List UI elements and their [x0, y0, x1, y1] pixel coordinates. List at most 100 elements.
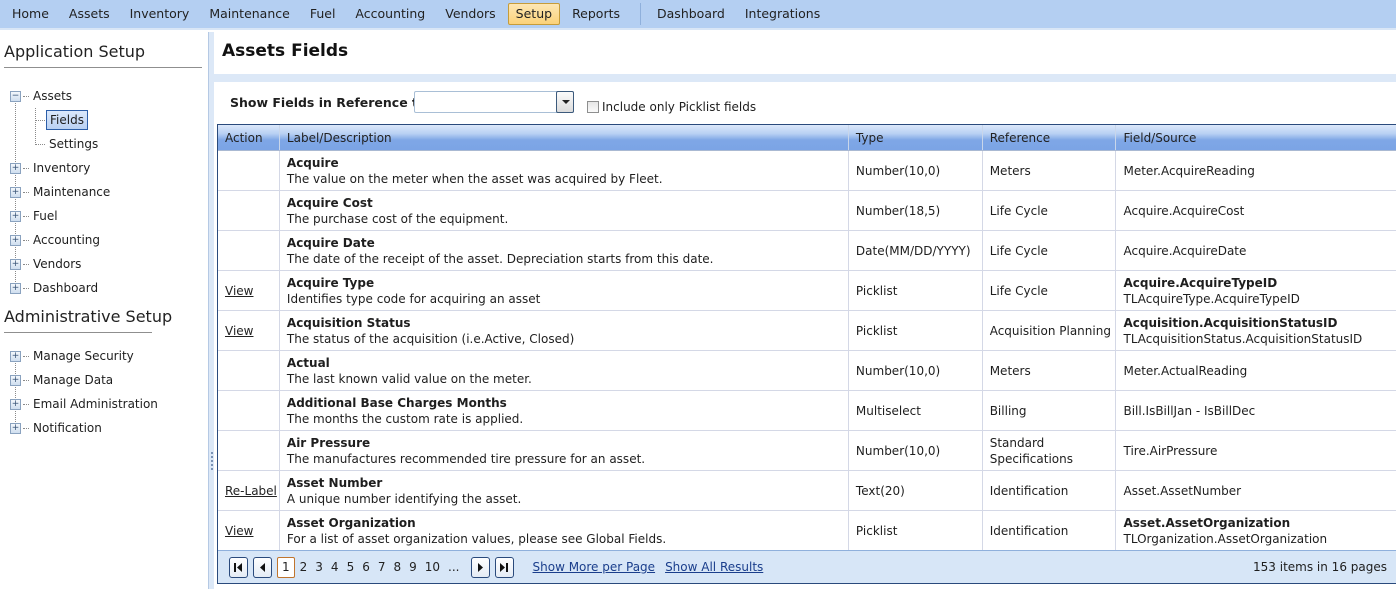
show-more-per-page-link[interactable]: Show More per Page: [533, 560, 656, 574]
sidebar: Application Setup − Assets Fields Setting…: [0, 32, 208, 589]
tree-node-manage-data[interactable]: + Manage Data: [10, 371, 113, 389]
tree-node-inventory[interactable]: + Inventory: [10, 159, 90, 177]
expand-icon[interactable]: +: [10, 422, 21, 434]
nav-reports[interactable]: Reports: [564, 3, 628, 25]
show-all-results-link[interactable]: Show All Results: [665, 560, 763, 574]
field-label: Asset Organization: [286, 515, 416, 530]
nav-inventory[interactable]: Inventory: [122, 3, 198, 25]
expand-icon[interactable]: +: [10, 282, 21, 294]
cell-type: Date(MM/DD/YYYY): [849, 231, 983, 270]
expand-icon[interactable]: +: [10, 374, 21, 386]
nav-vendors[interactable]: Vendors: [437, 3, 503, 25]
page-number-link[interactable]: 2: [297, 560, 311, 574]
collapse-icon[interactable]: −: [10, 90, 21, 102]
fields-grid: Action Label/Description Type Reference …: [217, 124, 1396, 584]
cell-field-source: Acquire.AcquireCost: [1116, 191, 1396, 230]
more-pages-link[interactable]: ...: [445, 560, 462, 574]
tree-node-manage-security[interactable]: + Manage Security: [10, 347, 134, 365]
tree-node-notification[interactable]: + Notification: [10, 419, 102, 437]
column-header-type[interactable]: Type: [849, 125, 983, 150]
tree-node-accounting[interactable]: + Accounting: [10, 231, 100, 249]
nav-home[interactable]: Home: [4, 3, 57, 25]
splitter-grip-icon[interactable]: [211, 452, 213, 470]
field-source: Acquire.AcquireDate: [1123, 243, 1247, 258]
nav-assets[interactable]: Assets: [61, 3, 118, 25]
cell-label-description: Acquisition Status The status of the acqu…: [280, 311, 849, 350]
tree-node-label: Notification: [33, 421, 102, 435]
field-description: Identifies type code for acquiring an as…: [286, 291, 541, 306]
field-name: Acquisition.AcquisitionStatusID: [1123, 315, 1338, 330]
row-action-link[interactable]: Re-Label: [225, 483, 279, 499]
picklist-only-checkbox[interactable]: [587, 101, 599, 113]
expand-icon[interactable]: +: [10, 258, 21, 270]
nav-accounting[interactable]: Accounting: [347, 3, 433, 25]
cell-field-source: Bill.IsBillJan - IsBillDec: [1116, 391, 1396, 430]
title-divider-band: [214, 74, 1396, 82]
tree-node-fuel[interactable]: + Fuel: [10, 207, 58, 225]
page-number-link[interactable]: 3: [312, 560, 326, 574]
dropdown-arrow-icon[interactable]: [556, 91, 574, 113]
field-label: Acquire Type: [286, 275, 375, 290]
tree-node-label: Inventory: [33, 161, 91, 175]
tree-item-fields[interactable]: Fields: [46, 110, 88, 130]
tree-item-settings[interactable]: Settings: [46, 134, 101, 154]
column-header-reference[interactable]: Reference: [983, 125, 1117, 150]
page-number-link[interactable]: 9: [406, 560, 420, 574]
nav-separator: [640, 3, 642, 25]
cell-type: Number(10,0): [849, 151, 983, 190]
field-label: Acquire Cost: [286, 195, 373, 210]
page-number-link[interactable]: 10: [422, 560, 443, 574]
nav-fuel[interactable]: Fuel: [302, 3, 344, 25]
expand-icon[interactable]: +: [10, 350, 21, 362]
tree-node-assets[interactable]: − Assets: [10, 87, 72, 105]
cell-action: [218, 431, 280, 470]
row-action-link[interactable]: View: [225, 523, 279, 539]
field-description: The value on the meter when the asset wa…: [286, 171, 663, 186]
row-action-link[interactable]: View: [225, 283, 279, 299]
tree-node-vendors[interactable]: + Vendors: [10, 255, 81, 273]
tree-dots: [23, 191, 29, 193]
page-number-link[interactable]: 4: [328, 560, 342, 574]
page-number-link[interactable]: 8: [390, 560, 404, 574]
cell-reference: Identification: [983, 471, 1117, 510]
page-number-link[interactable]: 6: [359, 560, 373, 574]
page-number-link[interactable]: 1: [277, 556, 295, 578]
nav-setup[interactable]: Setup: [507, 3, 561, 25]
cell-label-description: Acquire The value on the meter when the a…: [280, 151, 849, 190]
field-source: TLAcquireType.AcquireTypeID: [1123, 291, 1300, 306]
nav-dashboard[interactable]: Dashboard: [649, 3, 733, 25]
row-action-link[interactable]: View: [225, 323, 279, 339]
tree-node-maintenance[interactable]: + Maintenance: [10, 183, 110, 201]
table-row: Acquire Date The date of the receipt of t…: [218, 231, 1396, 271]
expand-icon[interactable]: +: [10, 398, 21, 410]
field-label: Asset Number: [286, 475, 383, 490]
top-navigation-bar: Home Assets Inventory Maintenance Fuel A…: [0, 0, 1396, 30]
table-row: View Acquire Type Identifies type code for…: [218, 271, 1396, 311]
table-row: Air Pressure The manufactures recommended…: [218, 431, 1396, 471]
tree-node-dashboard[interactable]: + Dashboard: [10, 279, 98, 297]
last-page-button[interactable]: [494, 556, 514, 578]
column-header-field-source[interactable]: Field/Source: [1116, 125, 1396, 150]
column-header-action[interactable]: Action: [218, 125, 280, 150]
reference-filter-dropdown[interactable]: [414, 91, 574, 113]
previous-page-button[interactable]: [253, 556, 272, 578]
page-number-link[interactable]: 5: [344, 560, 358, 574]
field-description: For a list of asset organization values,…: [286, 531, 667, 546]
expand-icon[interactable]: +: [10, 186, 21, 198]
field-source: Asset.AssetNumber: [1123, 483, 1242, 498]
expand-icon[interactable]: +: [10, 234, 21, 246]
tree-node-email-administration[interactable]: + Email Administration: [10, 395, 158, 413]
picklist-only-label[interactable]: Include only Picklist fields: [602, 100, 756, 114]
page-number-link[interactable]: 7: [375, 560, 389, 574]
next-page-button[interactable]: [470, 556, 490, 578]
cell-label-description: Acquire Date The date of the receipt of t…: [280, 231, 849, 270]
grid-header: Action Label/Description Type Reference …: [218, 125, 1396, 151]
nav-integrations[interactable]: Integrations: [737, 3, 828, 25]
expand-icon[interactable]: +: [10, 210, 21, 222]
nav-maintenance[interactable]: Maintenance: [201, 3, 298, 25]
cell-action: View: [218, 311, 280, 350]
cell-action: [218, 231, 280, 270]
first-page-button[interactable]: [229, 556, 248, 578]
expand-icon[interactable]: +: [10, 162, 21, 174]
column-header-label-description[interactable]: Label/Description: [280, 125, 849, 150]
